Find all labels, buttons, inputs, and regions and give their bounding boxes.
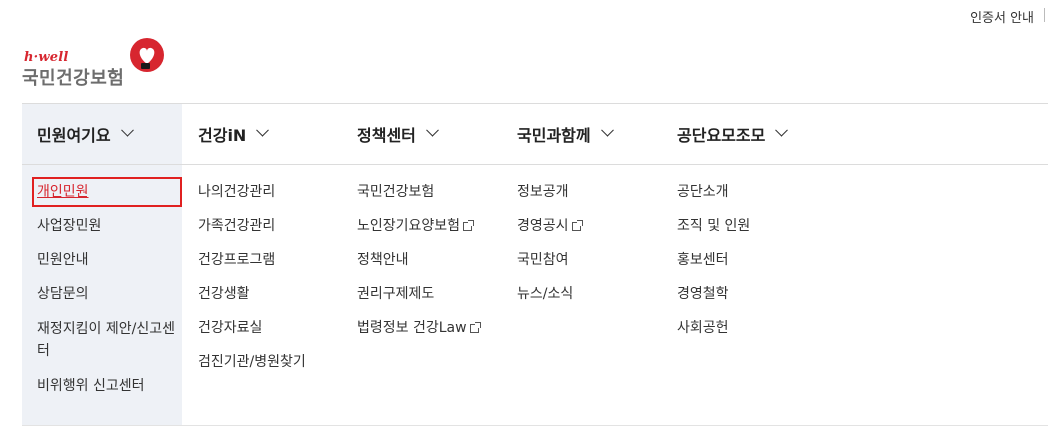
list-item[interactable]: 경영공시 <box>517 216 583 236</box>
global-navigation: 민원여기요 건강iN 정책센터 국민과함께 공단요모조모 <box>22 103 1048 165</box>
item-label: 법령정보 건강Law <box>357 320 467 336</box>
chevron-down-icon <box>426 123 439 137</box>
list-item[interactable]: 나의건강관리 <box>198 182 306 202</box>
tab-label: 국민과함께 <box>517 126 591 145</box>
list-item[interactable]: 뉴스/소식 <box>517 284 581 304</box>
list-item[interactable]: 건강프로그램 <box>198 250 306 270</box>
tab-label: 민원여기요 <box>37 126 111 145</box>
list-item[interactable]: 가족건강관리 <box>198 216 306 236</box>
list-item[interactable]: 사회공헌 <box>677 318 750 338</box>
logo-subtitle: h·well <box>24 50 69 65</box>
external-link-icon <box>463 220 475 231</box>
submenu-item-business[interactable]: 사업장민원 <box>37 216 177 236</box>
submenu-policy-center: 국민건강보험 노인장기요양보험 정책안내 권리구제제도 법령정보 건강Law <box>357 182 481 352</box>
chevron-down-icon <box>600 123 614 137</box>
list-item[interactable]: 법령정보 건강Law <box>357 318 481 338</box>
submenu-item-personal[interactable]: 개인민원 <box>32 177 182 207</box>
item-label: 노인장기요양보험 <box>357 218 461 234</box>
chevron-down-icon <box>256 123 270 137</box>
chevron-down-icon <box>120 123 134 137</box>
tab-about-nhis[interactable]: 공단요모조모 <box>677 104 789 164</box>
list-item[interactable]: 정책안내 <box>357 250 479 270</box>
submenu-about-nhis: 공단소개 조직 및 인원 홍보센터 경영철학 사회공헌 <box>677 182 750 352</box>
list-item[interactable]: 조직 및 인원 <box>677 216 750 236</box>
divider <box>1044 8 1045 22</box>
submenu-with-people: 정보공개 경영공시 국민참여 뉴스/소식 <box>517 182 583 318</box>
external-link-icon <box>571 220 583 231</box>
tab-label: 건강iN <box>198 126 247 145</box>
tab-label: 정책센터 <box>357 126 416 145</box>
list-item[interactable]: 국민건강보험 <box>357 182 479 202</box>
top-utility-bar: 인증서 안내 <box>0 0 1048 30</box>
list-item[interactable]: 노인장기요양보험 <box>357 216 479 236</box>
submenu-item-consult[interactable]: 상담문의 <box>37 284 177 304</box>
list-item[interactable]: 검진기관/병원찾기 <box>198 352 306 372</box>
submenu-item-guide[interactable]: 민원안내 <box>37 250 177 270</box>
logo-title: 국민건강보험 <box>22 68 125 89</box>
list-item[interactable]: 경영철학 <box>677 284 750 304</box>
list-item[interactable]: 국민참여 <box>517 250 581 270</box>
list-item[interactable]: 권리구제제도 <box>357 284 479 304</box>
heart-logo-icon <box>130 38 164 72</box>
list-item[interactable]: 건강자료실 <box>198 318 306 338</box>
list-item[interactable]: 홍보센터 <box>677 250 750 270</box>
item-label: 경영공시 <box>517 218 569 234</box>
submenu-item-report[interactable]: 재정지킴이 제안/신고센터 <box>37 318 177 362</box>
chevron-down-icon <box>775 123 789 137</box>
tab-with-people[interactable]: 국민과함께 <box>517 104 614 164</box>
external-link-icon <box>469 322 481 333</box>
tab-label: 공단요모조모 <box>677 126 766 145</box>
list-item[interactable]: 정보공개 <box>517 182 581 202</box>
list-item[interactable]: 건강생활 <box>198 284 306 304</box>
divider <box>22 425 1048 426</box>
submenu-item-misconduct[interactable]: 비위행위 신고센터 <box>37 376 177 396</box>
list-item[interactable]: 공단소개 <box>677 182 750 202</box>
certificate-guide-link[interactable]: 인증서 안내 <box>970 7 1034 26</box>
submenu-health-in: 나의건강관리 가족건강관리 건강프로그램 건강생활 건강자료실 검진기관/병원찾… <box>198 182 306 386</box>
nhis-logo[interactable]: h·well 국민건강보험 <box>22 38 172 90</box>
submenu-minwon: 개인민원 사업장민원 민원안내 상담문의 재정지킴이 제안/신고센터 비위행위 … <box>32 177 182 410</box>
tab-health-in[interactable]: 건강iN <box>198 104 270 164</box>
tab-minwon[interactable]: 민원여기요 <box>37 104 134 164</box>
tab-policy-center[interactable]: 정책센터 <box>357 104 439 164</box>
